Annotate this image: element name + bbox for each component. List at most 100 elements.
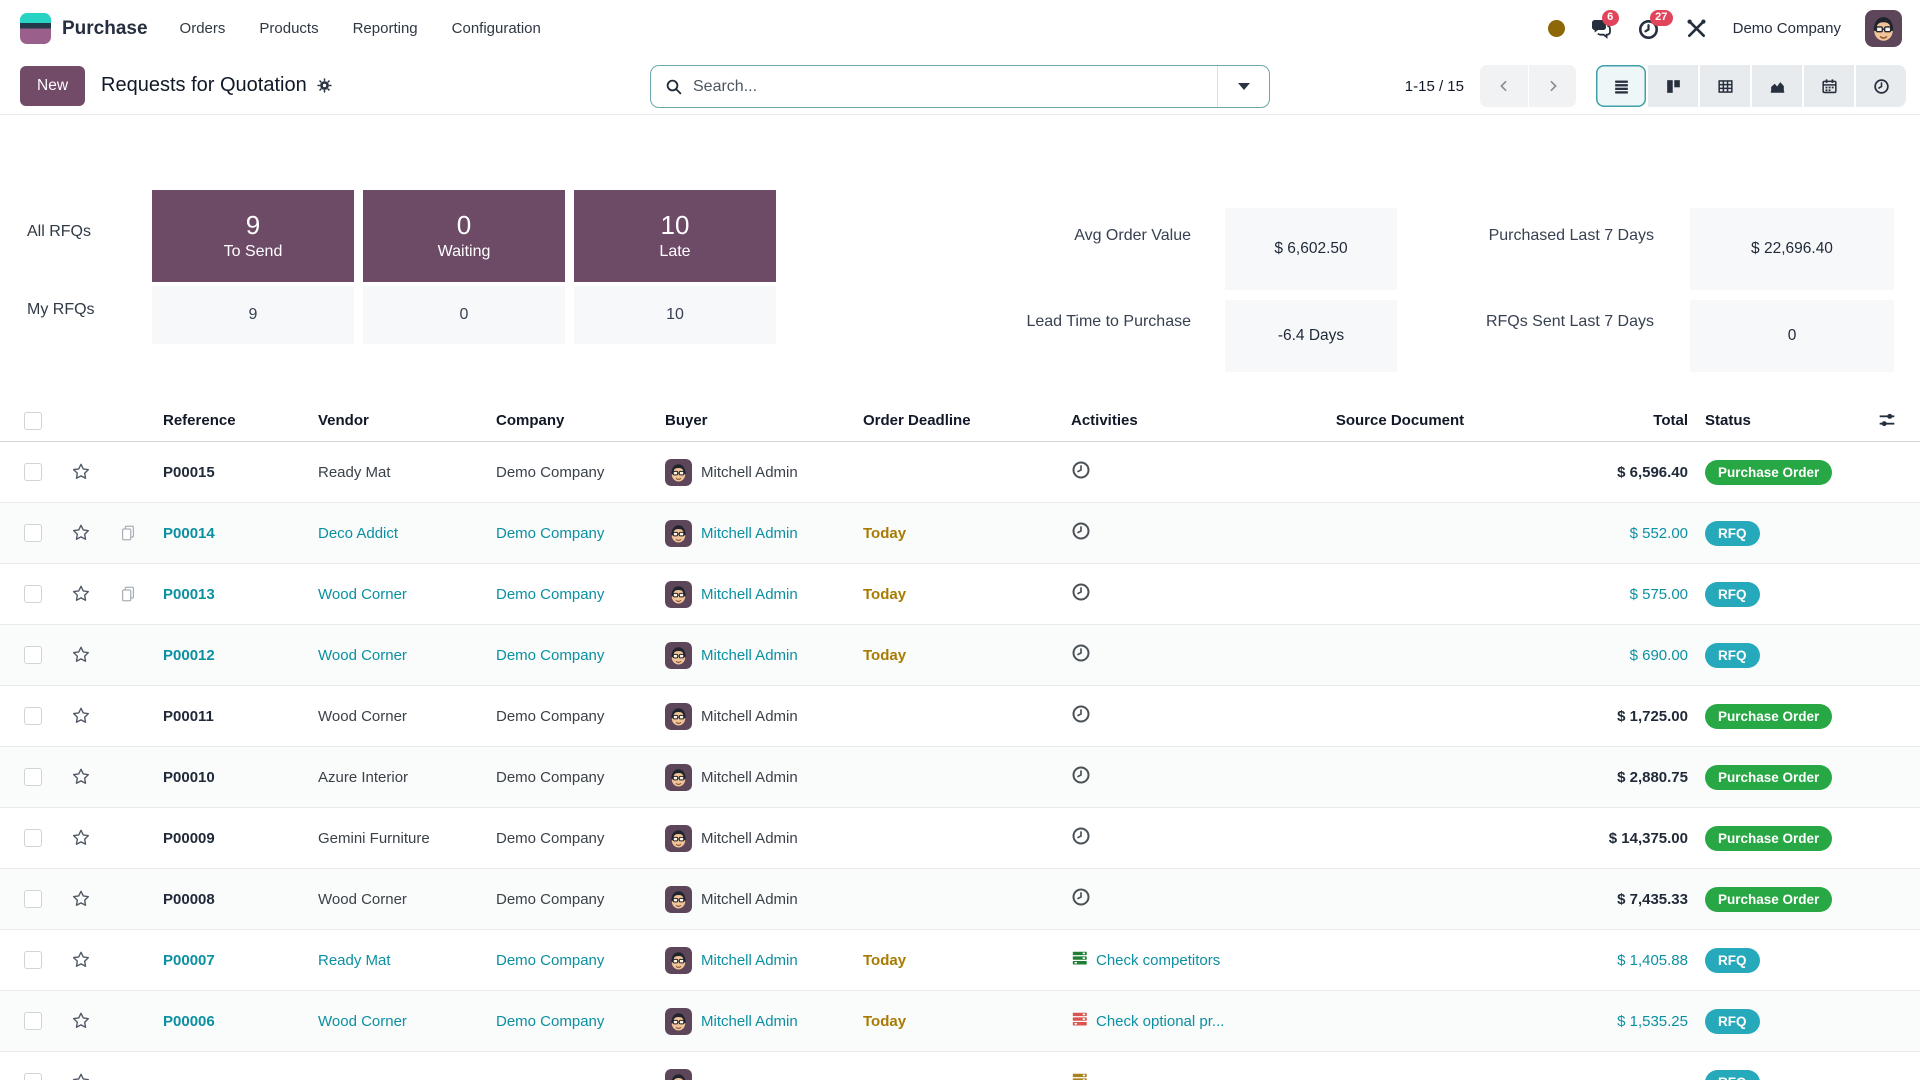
row-checkbox[interactable] xyxy=(24,1012,42,1030)
row-checkbox[interactable] xyxy=(24,890,42,908)
row-checkbox[interactable] xyxy=(24,707,42,725)
search-input[interactable] xyxy=(693,78,1217,96)
table-row[interactable]: RFQ xyxy=(0,1052,1920,1080)
table-row[interactable]: P00011 Wood Corner Demo Company Mitchell… xyxy=(0,686,1920,747)
sliders-icon xyxy=(1876,409,1898,431)
row-checkbox[interactable] xyxy=(24,768,42,786)
debug-tools-button[interactable] xyxy=(1685,17,1709,41)
favorite-star-icon[interactable] xyxy=(70,583,92,605)
header-vendor[interactable]: Vendor xyxy=(318,412,496,429)
kpi-my-to-send[interactable]: 9 xyxy=(152,286,354,344)
kpi-late[interactable]: 10 Late xyxy=(574,190,776,282)
main-menu: Orders Products Reporting Configuration xyxy=(180,20,541,37)
new-button[interactable]: New xyxy=(20,66,85,106)
activity-label[interactable]: Check optional pr... xyxy=(1096,1013,1224,1030)
company-cell: Demo Company xyxy=(496,1013,665,1030)
pager-previous-button[interactable] xyxy=(1480,65,1528,107)
pager-next-button[interactable] xyxy=(1528,65,1576,107)
kpi-to-send[interactable]: 9 To Send xyxy=(152,190,354,282)
favorite-star-icon[interactable] xyxy=(70,705,92,727)
vendor-cell: Azure Interior xyxy=(318,769,496,786)
row-checkbox[interactable] xyxy=(24,646,42,664)
purchase-app-icon[interactable] xyxy=(20,13,51,44)
row-checkbox[interactable] xyxy=(24,829,42,847)
total-cell: $ 14,375.00 xyxy=(1560,830,1688,847)
view-settings-gear-icon[interactable] xyxy=(316,77,333,94)
user-avatar[interactable] xyxy=(1865,10,1902,47)
header-company[interactable]: Company xyxy=(496,412,665,429)
menu-configuration[interactable]: Configuration xyxy=(452,20,541,37)
header-reference[interactable]: Reference xyxy=(150,412,318,429)
table-row[interactable]: P00009 Gemini Furniture Demo Company Mit… xyxy=(0,808,1920,869)
favorite-star-icon[interactable] xyxy=(70,949,92,971)
pivot-view-icon xyxy=(1716,77,1735,96)
vendor-cell: Ready Mat xyxy=(318,464,496,481)
pivot-view-button[interactable] xyxy=(1700,65,1750,107)
select-all-checkbox[interactable] xyxy=(24,412,42,430)
vendor-cell: Deco Addict xyxy=(318,525,496,542)
activity-clock-icon[interactable] xyxy=(1071,582,1091,606)
header-activities[interactable]: Activities xyxy=(1071,412,1240,429)
activity-clock-icon[interactable] xyxy=(1071,521,1091,545)
graph-view-button[interactable] xyxy=(1752,65,1802,107)
favorite-star-icon[interactable] xyxy=(70,461,92,483)
filter-all-rfqs[interactable]: All RFQs xyxy=(27,223,91,241)
activity-type-icon[interactable] xyxy=(1071,1071,1089,1080)
favorite-star-icon[interactable] xyxy=(70,888,92,910)
table-row[interactable]: P00008 Wood Corner Demo Company Mitchell… xyxy=(0,869,1920,930)
kpi-my-waiting[interactable]: 0 xyxy=(363,286,565,344)
header-source-document[interactable]: Source Document xyxy=(1240,412,1560,429)
row-checkbox[interactable] xyxy=(24,463,42,481)
calendar-view-button[interactable] xyxy=(1804,65,1854,107)
favorite-star-icon[interactable] xyxy=(70,827,92,849)
kpi-waiting[interactable]: 0 Waiting xyxy=(363,190,565,282)
header-order-deadline[interactable]: Order Deadline xyxy=(863,412,1071,429)
favorite-star-icon[interactable] xyxy=(70,522,92,544)
table-row[interactable]: P00010 Azure Interior Demo Company Mitch… xyxy=(0,747,1920,808)
activity-label[interactable]: Check competitors xyxy=(1096,952,1220,969)
row-checkbox[interactable] xyxy=(24,1073,42,1080)
header-buyer[interactable]: Buyer xyxy=(665,412,863,429)
menu-products[interactable]: Products xyxy=(259,20,318,37)
table-row[interactable]: P00006 Wood Corner Demo Company Mitchell… xyxy=(0,991,1920,1052)
kanban-view-button[interactable] xyxy=(1648,65,1698,107)
menu-orders[interactable]: Orders xyxy=(180,20,226,37)
favorite-star-icon[interactable] xyxy=(70,1071,92,1080)
activity-type-icon[interactable] xyxy=(1071,949,1089,971)
activity-clock-icon[interactable] xyxy=(1071,643,1091,667)
favorite-star-icon[interactable] xyxy=(70,644,92,666)
kpi-waiting-label: Waiting xyxy=(438,243,491,261)
activity-clock-icon[interactable] xyxy=(1071,765,1091,789)
kpi-my-late[interactable]: 10 xyxy=(574,286,776,344)
header-total[interactable]: Total xyxy=(1560,412,1688,429)
row-checkbox[interactable] xyxy=(24,951,42,969)
activity-clock-icon[interactable] xyxy=(1071,460,1091,484)
activities-button[interactable]: 27 xyxy=(1637,17,1661,41)
row-checkbox[interactable] xyxy=(24,524,42,542)
metric-rfqs-sent-label: RFQs Sent Last 7 Days xyxy=(1434,279,1654,365)
activity-clock-icon[interactable] xyxy=(1071,887,1091,911)
activity-view-button[interactable] xyxy=(1856,65,1906,107)
table-row[interactable]: P00007 Ready Mat Demo Company Mitchell A… xyxy=(0,930,1920,991)
favorite-star-icon[interactable] xyxy=(70,766,92,788)
table-row[interactable]: P00012 Wood Corner Demo Company Mitchell… xyxy=(0,625,1920,686)
list-view-button[interactable] xyxy=(1596,65,1646,107)
status-dot-icon[interactable] xyxy=(1548,20,1565,37)
row-checkbox[interactable] xyxy=(24,585,42,603)
table-row[interactable]: P00015 Ready Mat Demo Company Mitchell A… xyxy=(0,442,1920,503)
favorite-star-icon[interactable] xyxy=(70,1010,92,1032)
rfq-reference: P00013 xyxy=(150,586,318,603)
filter-my-rfqs[interactable]: My RFQs xyxy=(27,301,95,319)
search-dropdown-toggle[interactable] xyxy=(1217,66,1269,107)
activity-type-icon[interactable] xyxy=(1071,1010,1089,1032)
activity-clock-icon[interactable] xyxy=(1071,826,1091,850)
messages-button[interactable]: 6 xyxy=(1589,17,1613,41)
optional-columns-button[interactable] xyxy=(1876,409,1898,435)
app-name[interactable]: Purchase xyxy=(62,18,148,40)
table-row[interactable]: P00013 Wood Corner Demo Company Mitchell… xyxy=(0,564,1920,625)
company-switcher[interactable]: Demo Company xyxy=(1733,20,1841,37)
buyer-avatar xyxy=(665,1069,692,1080)
table-row[interactable]: P00014 Deco Addict Demo Company Mitchell… xyxy=(0,503,1920,564)
menu-reporting[interactable]: Reporting xyxy=(353,20,418,37)
activity-clock-icon[interactable] xyxy=(1071,704,1091,728)
